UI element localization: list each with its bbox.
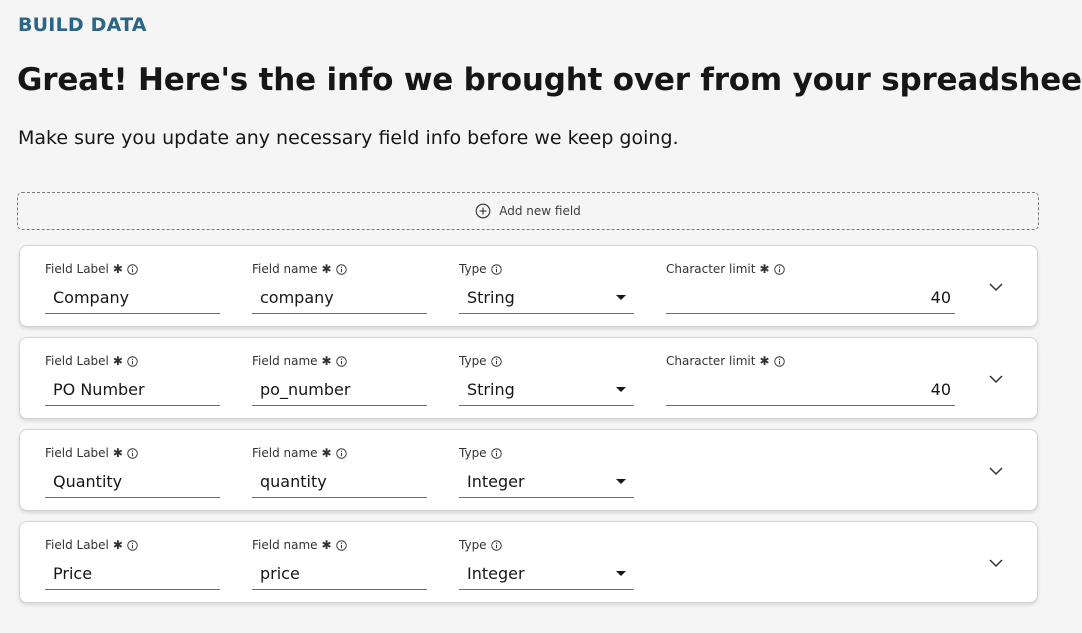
field-name-input[interactable]: company bbox=[252, 282, 427, 314]
chevron-down-icon[interactable] bbox=[987, 554, 1005, 572]
field-name-heading: Field name ✱ bbox=[252, 538, 347, 552]
info-icon[interactable] bbox=[127, 539, 138, 551]
eyebrow-label: BUILD DATA bbox=[18, 14, 147, 36]
info-icon[interactable] bbox=[773, 263, 785, 275]
type-select-value: Integer bbox=[467, 472, 525, 491]
info-icon[interactable] bbox=[127, 447, 138, 459]
info-icon[interactable] bbox=[490, 355, 502, 367]
caret-down-icon bbox=[616, 571, 626, 576]
type-text: Type bbox=[459, 262, 487, 276]
add-new-field-label: Add new field bbox=[499, 204, 581, 218]
field-name-input[interactable]: price bbox=[252, 558, 427, 590]
char-limit-heading: Character limit ✱ bbox=[666, 354, 785, 368]
type-select[interactable]: Integer bbox=[459, 466, 634, 498]
required-asterisk-icon: ✱ bbox=[759, 354, 770, 368]
required-asterisk-icon: ✱ bbox=[759, 262, 770, 276]
caret-down-icon bbox=[616, 295, 626, 300]
field-label-input[interactable]: PO Number bbox=[45, 374, 220, 406]
field-name-text: Field name bbox=[252, 262, 318, 276]
required-asterisk-icon: ✱ bbox=[112, 538, 123, 552]
info-icon[interactable] bbox=[127, 263, 138, 275]
field-label-input[interactable]: Quantity bbox=[45, 466, 220, 498]
field-label-text: Field Label bbox=[45, 354, 109, 368]
field-label-heading: Field Label ✱ bbox=[45, 538, 138, 552]
type-heading: Type bbox=[459, 446, 502, 460]
info-icon[interactable] bbox=[490, 263, 502, 275]
field-name-text: Field name bbox=[252, 354, 318, 368]
required-asterisk-icon: ✱ bbox=[112, 262, 123, 276]
chevron-down-icon[interactable] bbox=[987, 462, 1005, 480]
field-name-input[interactable]: po_number bbox=[252, 374, 427, 406]
page-title: Great! Here's the info we brought over f… bbox=[17, 62, 1082, 98]
field-card: Field Label ✱ Company Field name ✱ company… bbox=[19, 245, 1038, 327]
char-limit-input[interactable]: 40 bbox=[666, 374, 955, 406]
type-heading: Type bbox=[459, 262, 502, 276]
char-limit-input[interactable]: 40 bbox=[666, 282, 955, 314]
required-asterisk-icon: ✱ bbox=[112, 446, 123, 460]
info-icon[interactable] bbox=[335, 355, 347, 367]
field-label-text: Field Label bbox=[45, 538, 109, 552]
type-select[interactable]: String bbox=[459, 282, 634, 314]
field-name-text: Field name bbox=[252, 446, 318, 460]
field-name-heading: Field name ✱ bbox=[252, 354, 347, 368]
field-label-text: Field Label bbox=[45, 446, 109, 460]
type-heading: Type bbox=[459, 354, 502, 368]
info-icon[interactable] bbox=[490, 447, 502, 459]
page-subtitle: Make sure you update any necessary field… bbox=[18, 127, 679, 149]
type-select-value: String bbox=[467, 288, 515, 307]
caret-down-icon bbox=[616, 479, 626, 484]
info-icon[interactable] bbox=[490, 539, 502, 551]
required-asterisk-icon: ✱ bbox=[321, 354, 332, 368]
info-icon[interactable] bbox=[335, 539, 347, 551]
info-icon[interactable] bbox=[335, 263, 347, 275]
type-text: Type bbox=[459, 538, 487, 552]
field-label-heading: Field Label ✱ bbox=[45, 354, 138, 368]
field-card: Field Label ✱ Price Field name ✱ price Typ… bbox=[19, 521, 1038, 603]
required-asterisk-icon: ✱ bbox=[112, 354, 123, 368]
field-label-heading: Field Label ✱ bbox=[45, 262, 138, 276]
chevron-down-icon[interactable] bbox=[987, 370, 1005, 388]
type-select[interactable]: String bbox=[459, 374, 634, 406]
type-text: Type bbox=[459, 446, 487, 460]
field-card: Field Label ✱ Quantity Field name ✱ quanti… bbox=[19, 429, 1038, 511]
char-limit-text: Character limit bbox=[666, 354, 756, 368]
char-limit-heading: Character limit ✱ bbox=[666, 262, 785, 276]
type-select[interactable]: Integer bbox=[459, 558, 634, 590]
caret-down-icon bbox=[616, 387, 626, 392]
field-label-heading: Field Label ✱ bbox=[45, 446, 138, 460]
field-name-heading: Field name ✱ bbox=[252, 446, 347, 460]
required-asterisk-icon: ✱ bbox=[321, 446, 332, 460]
field-card: Field Label ✱ PO Number Field name ✱ po_nu… bbox=[19, 337, 1038, 419]
type-select-value: Integer bbox=[467, 564, 525, 583]
info-icon[interactable] bbox=[773, 355, 785, 367]
field-label-text: Field Label bbox=[45, 262, 109, 276]
type-text: Type bbox=[459, 354, 487, 368]
required-asterisk-icon: ✱ bbox=[321, 538, 332, 552]
char-limit-text: Character limit bbox=[666, 262, 756, 276]
type-select-value: String bbox=[467, 380, 515, 399]
field-label-input[interactable]: Price bbox=[45, 558, 220, 590]
plus-circle-icon bbox=[475, 203, 491, 219]
add-new-field-button[interactable]: Add new field bbox=[17, 192, 1039, 230]
info-icon[interactable] bbox=[127, 355, 138, 367]
build-data-page: BUILD DATA Great! Here's the info we bro… bbox=[0, 0, 1082, 633]
field-name-text: Field name bbox=[252, 538, 318, 552]
field-name-heading: Field name ✱ bbox=[252, 262, 347, 276]
info-icon[interactable] bbox=[335, 447, 347, 459]
field-label-input[interactable]: Company bbox=[45, 282, 220, 314]
chevron-down-icon[interactable] bbox=[987, 278, 1005, 296]
required-asterisk-icon: ✱ bbox=[321, 262, 332, 276]
type-heading: Type bbox=[459, 538, 502, 552]
field-name-input[interactable]: quantity bbox=[252, 466, 427, 498]
